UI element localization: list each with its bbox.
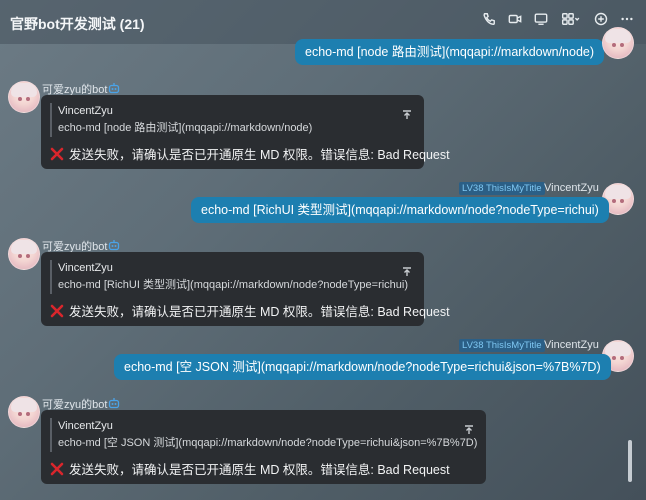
message-card[interactable]: VincentZyu echo-md [node 路由测试](mqqapi://… [41, 95, 450, 169]
bot-icon [108, 240, 120, 251]
level-badge: LV38 ThisIsMyTitle [459, 339, 545, 352]
chat-title: 官野bot开发测试 (21) [10, 16, 145, 32]
message-card[interactable]: VincentZyu echo-md [空 JSON 测试](mqqapi://… [41, 410, 486, 484]
scrollbar[interactable] [628, 440, 632, 482]
avatar[interactable] [8, 396, 40, 428]
quote-text: echo-md [node 路由测试](mqqapi://markdown/no… [58, 122, 313, 134]
jump-to-icon[interactable] [402, 105, 412, 119]
outgoing-message[interactable]: echo-md [node 路由测试](mqqapi://markdown/no… [295, 39, 605, 65]
reply-quote[interactable]: VincentZyu echo-md [node 路由测试](mqqapi://… [50, 103, 312, 137]
jump-to-icon[interactable] [464, 420, 474, 434]
screen-share-icon[interactable] [534, 12, 548, 26]
outgoing-message[interactable]: echo-md [空 JSON 测试](mqqapi://markdown/no… [114, 354, 611, 380]
outgoing-message[interactable]: echo-md [RichUI 类型测试](mqqapi://markdown/… [191, 197, 609, 223]
quote-text: echo-md [RichUI 类型测试](mqqapi://markdown/… [58, 279, 409, 291]
avatar[interactable] [8, 81, 40, 113]
error-message: 发送失败，请确认是否已开通原生 MD 权限。错误信息: Bad Request [50, 144, 450, 163]
avatar[interactable] [8, 238, 40, 270]
more-icon[interactable] [620, 12, 634, 26]
error-icon [50, 462, 64, 475]
error-icon [50, 147, 64, 160]
quote-author: VincentZyu [58, 262, 113, 274]
error-text: 发送失败，请确认是否已开通原生 MD 权限。错误信息: Bad Request [69, 148, 450, 162]
error-icon [50, 304, 64, 317]
video-icon[interactable] [508, 12, 522, 26]
quote-author: VincentZyu [58, 420, 113, 432]
apps-icon[interactable] [560, 12, 582, 26]
chat-header: 官野bot开发测试 (21) [0, 0, 646, 44]
bot-icon [108, 83, 120, 94]
error-message: 发送失败，请确认是否已开通原生 MD 权限。错误信息: Bad Request [50, 459, 450, 478]
add-icon[interactable] [594, 12, 608, 26]
phone-icon[interactable] [482, 12, 496, 26]
error-message: 发送失败，请确认是否已开通原生 MD 权限。错误信息: Bad Request [50, 301, 450, 320]
error-text: 发送失败，请确认是否已开通原生 MD 权限。错误信息: Bad Request [69, 305, 450, 319]
sender-name[interactable]: VincentZyu [544, 339, 599, 351]
error-text: 发送失败，请确认是否已开通原生 MD 权限。错误信息: Bad Request [69, 463, 450, 477]
quote-text: echo-md [空 JSON 测试](mqqapi://markdown/no… [58, 437, 478, 449]
jump-to-icon[interactable] [402, 262, 412, 276]
reply-quote[interactable]: VincentZyu echo-md [RichUI 类型测试](mqqapi:… [50, 260, 408, 294]
bot-icon [108, 398, 120, 409]
header-toolbar [482, 12, 634, 26]
sender-name[interactable]: VincentZyu [544, 182, 599, 194]
message-card[interactable]: VincentZyu echo-md [RichUI 类型测试](mqqapi:… [41, 252, 450, 326]
quote-author: VincentZyu [58, 105, 113, 117]
level-badge: LV38 ThisIsMyTitle [459, 182, 545, 195]
avatar[interactable] [602, 27, 634, 59]
reply-quote[interactable]: VincentZyu echo-md [空 JSON 测试](mqqapi://… [50, 418, 477, 452]
